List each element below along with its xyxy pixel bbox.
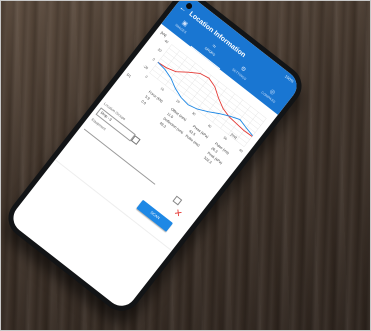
x-tick-label: 60 [238,148,243,154]
x-axis-label: [ms] [230,133,238,140]
group-checkbox[interactable] [130,135,141,146]
x-tick-label: 50 [223,136,228,142]
y-tick-label: 20 [157,48,163,54]
y-tick-label: 40 [164,39,170,45]
x-tick-label: 40 [207,123,212,129]
phone-screen: 100% ← Location Information ▣ IMAGES ≈ D… [7,0,303,312]
x-tick-label: 10 [160,86,165,92]
equipment-input[interactable] [83,128,156,185]
x-tick-label: 20 [175,99,180,105]
chart-y-ticks: 40 20 0 -20 [142,39,170,71]
battery-status: 100% [283,73,296,84]
x-tick-label: 30 [191,111,196,117]
x-tick-label: 0 [145,75,149,79]
y-tick-label: -20 [142,64,148,70]
add-box-icon[interactable] [172,195,183,206]
wooden-table-background: 100% ← Location Information ▣ IMAGES ≈ D… [0,0,371,331]
phone-device: 100% ← Location Information ▣ IMAGES ≈ D… [0,0,310,319]
y-tick-label: 0 [152,57,156,61]
close-icon[interactable]: ✕ [172,207,184,220]
bottom-divider [54,159,173,252]
y-axis-label: [kN] [160,31,167,38]
